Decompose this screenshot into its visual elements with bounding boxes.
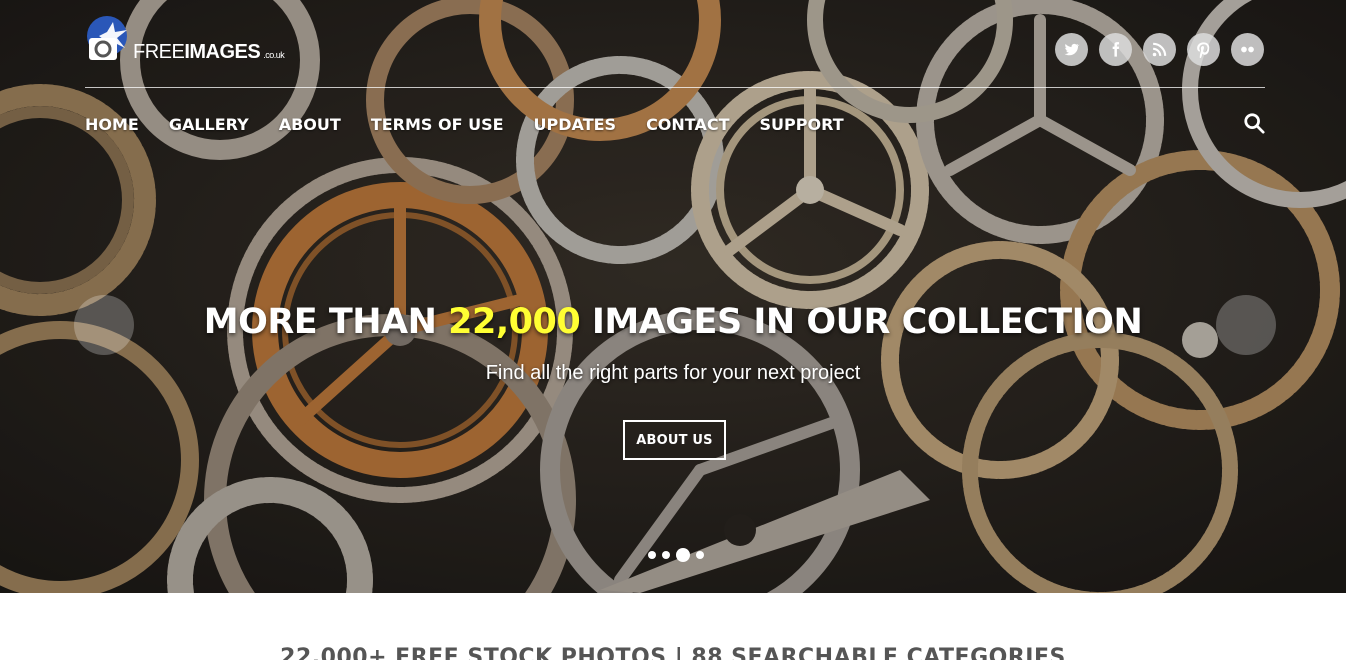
nav-item-terms-of-use[interactable]: TERMS OF USE <box>371 115 504 134</box>
slider-dot-4[interactable] <box>696 551 704 559</box>
nav-item-home[interactable]: HOME <box>85 115 139 134</box>
slider-dot-2[interactable] <box>662 551 670 559</box>
slider-dots <box>648 548 704 562</box>
hero-headline-highlight: 22,000 <box>448 302 581 342</box>
hero-subline: Find all the right parts for your next p… <box>485 362 861 384</box>
facebook-icon[interactable] <box>1099 33 1132 66</box>
twitter-icon[interactable] <box>1055 33 1088 66</box>
nav-item-support[interactable]: SUPPORT <box>760 115 844 134</box>
main-nav: HOME GALLERY ABOUT TERMS OF USE UPDATES … <box>85 115 844 134</box>
hero-headline: MORE THAN 22,000 IMAGES IN OUR COLLECTIO… <box>203 302 1143 342</box>
search-icon[interactable] <box>1243 112 1265 134</box>
header-divider <box>85 87 1265 88</box>
flickr-icon[interactable] <box>1231 33 1264 66</box>
about-us-button[interactable]: ABOUT US <box>623 420 726 460</box>
nav-item-contact[interactable]: CONTACT <box>646 115 729 134</box>
rss-icon[interactable] <box>1143 33 1176 66</box>
slider-dot-3[interactable] <box>676 548 690 562</box>
camera-logo-icon <box>87 16 127 60</box>
nav-item-updates[interactable]: UPDATES <box>534 115 617 134</box>
hero-slider <box>0 0 1346 593</box>
slider-dot-1[interactable] <box>648 551 656 559</box>
nav-item-about[interactable]: ABOUT <box>279 115 341 134</box>
brand-name: FREEIMAGES .co.uk <box>133 41 285 63</box>
pinterest-icon[interactable] <box>1187 33 1220 66</box>
site-logo[interactable]: FREEIMAGES .co.uk <box>85 14 315 68</box>
social-links <box>1055 33 1264 66</box>
hero-overlay <box>0 0 1346 593</box>
brand-tld: .co.uk <box>263 50 285 60</box>
nav-item-gallery[interactable]: GALLERY <box>169 115 249 134</box>
site-tagline: 22,000+ FREE STOCK PHOTOS | 88 SEARCHABL… <box>280 645 1066 660</box>
